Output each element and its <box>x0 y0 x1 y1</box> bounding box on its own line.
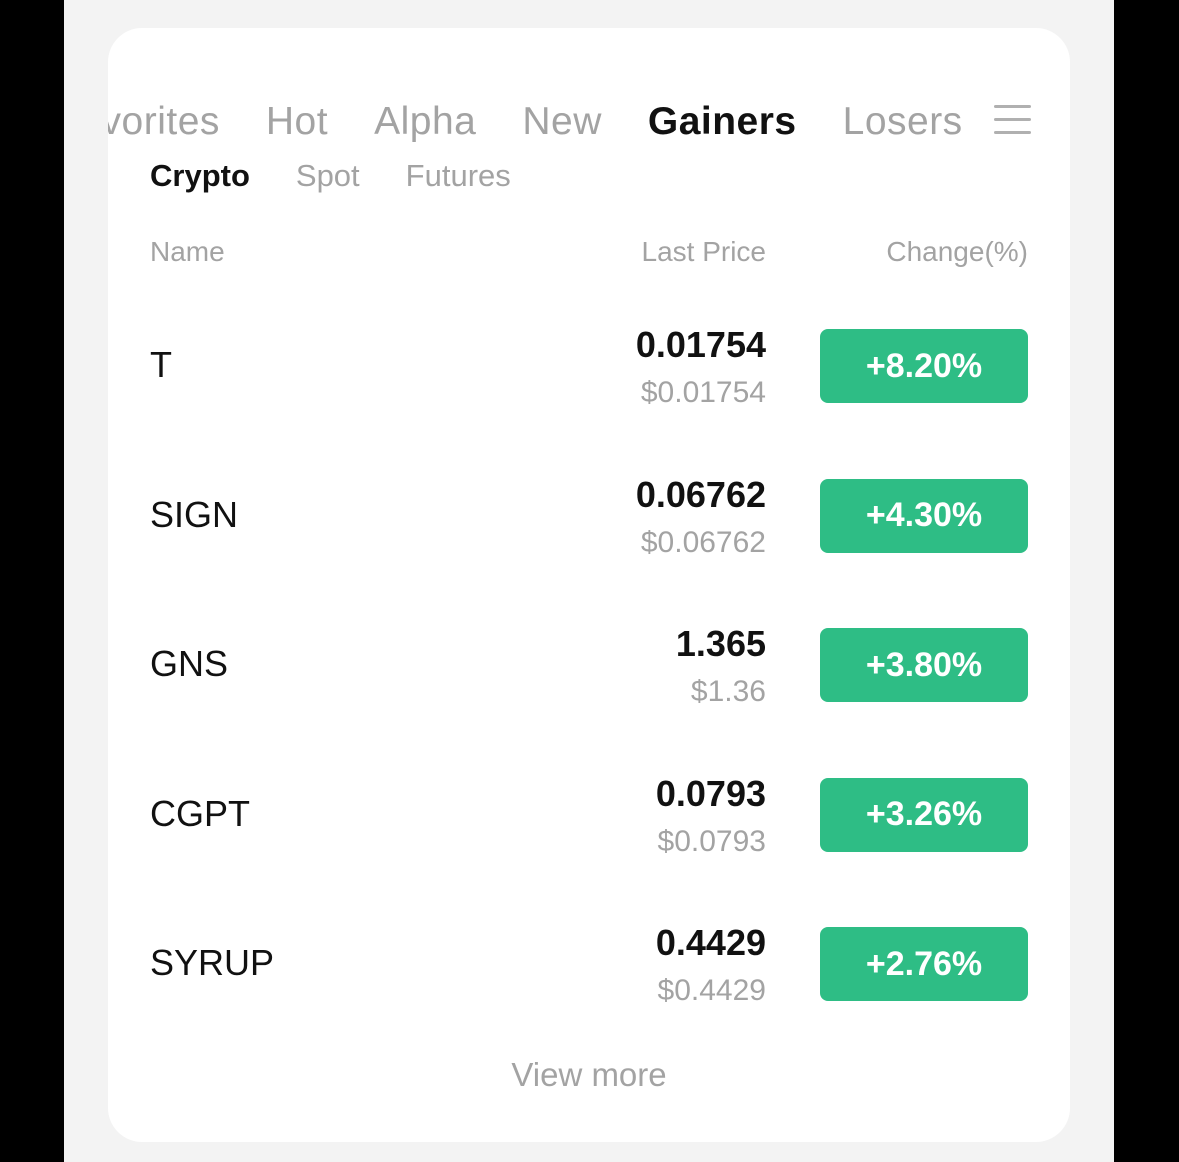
column-header-change[interactable]: Change(%) <box>886 236 1028 268</box>
coin-name: T <box>150 344 172 385</box>
view-more-link[interactable]: View more <box>108 1056 1070 1094</box>
change-badge[interactable]: +8.20% <box>820 329 1028 403</box>
coin-name: CGPT <box>150 792 251 834</box>
usd-price: $0.06762 <box>640 525 766 559</box>
usd-price: $0.01754 <box>640 376 766 409</box>
market-card: Favorites Hot Alpha New Gainers Losers C… <box>108 28 1070 1142</box>
last-price: 1.365 <box>675 623 766 664</box>
change-badge[interactable]: +3.26% <box>820 777 1028 852</box>
coin-name: SYRUP <box>150 942 275 983</box>
change-badge[interactable]: +3.80% <box>820 628 1028 702</box>
subtab-spot[interactable]: Spot <box>296 158 360 194</box>
coin-name: SIGN <box>150 493 239 535</box>
tab-favorites[interactable]: Favorites <box>108 100 220 144</box>
column-header-last-price[interactable]: Last Price <box>642 236 767 268</box>
tab-new[interactable]: New <box>522 100 602 144</box>
tab-losers[interactable]: Losers <box>843 100 963 144</box>
tab-alpha[interactable]: Alpha <box>374 100 476 144</box>
table-row[interactable]: SYRUP 0.4429 $0.4429 +2.76% <box>108 916 1070 1066</box>
app-screen: Favorites Hot Alpha New Gainers Losers C… <box>64 0 1114 1162</box>
column-header-name: Name <box>150 236 225 267</box>
tab-hot[interactable]: Hot <box>266 100 328 144</box>
market-tabs-track: Favorites Hot Alpha New Gainers Losers <box>108 94 963 150</box>
table-row[interactable]: T 0.01754 $0.01754 +8.20% <box>108 318 1070 468</box>
table-row[interactable]: GNS 1.365 $1.36 +3.80% <box>108 617 1070 767</box>
tab-gainers[interactable]: Gainers <box>648 100 797 144</box>
market-tabs[interactable]: Favorites Hot Alpha New Gainers Losers <box>108 94 968 150</box>
last-price: 0.4429 <box>655 922 766 963</box>
usd-price: $1.36 <box>690 675 766 708</box>
change-badge[interactable]: +4.30% <box>820 478 1028 553</box>
subtab-crypto[interactable]: Crypto <box>150 158 250 194</box>
market-list: T 0.01754 $0.01754 +8.20% SIGN 0.06762 $… <box>108 318 1070 1066</box>
usd-price: $0.4429 <box>657 974 766 1007</box>
hamburger-menu-icon[interactable] <box>994 105 1031 135</box>
table-row[interactable]: CGPT 0.0793 $0.0793 +3.26% <box>108 767 1070 917</box>
last-price: 0.0793 <box>655 772 766 814</box>
change-badge[interactable]: +2.76% <box>820 927 1028 1001</box>
coin-name: GNS <box>150 643 229 684</box>
table-row[interactable]: SIGN 0.06762 $0.06762 +4.30% <box>108 468 1070 618</box>
last-price: 0.01754 <box>635 324 766 365</box>
subtab-futures[interactable]: Futures <box>406 158 511 194</box>
usd-price: $0.0793 <box>657 824 766 858</box>
last-price: 0.06762 <box>635 473 766 515</box>
market-subtabs: Crypto Spot Futures <box>150 156 511 196</box>
